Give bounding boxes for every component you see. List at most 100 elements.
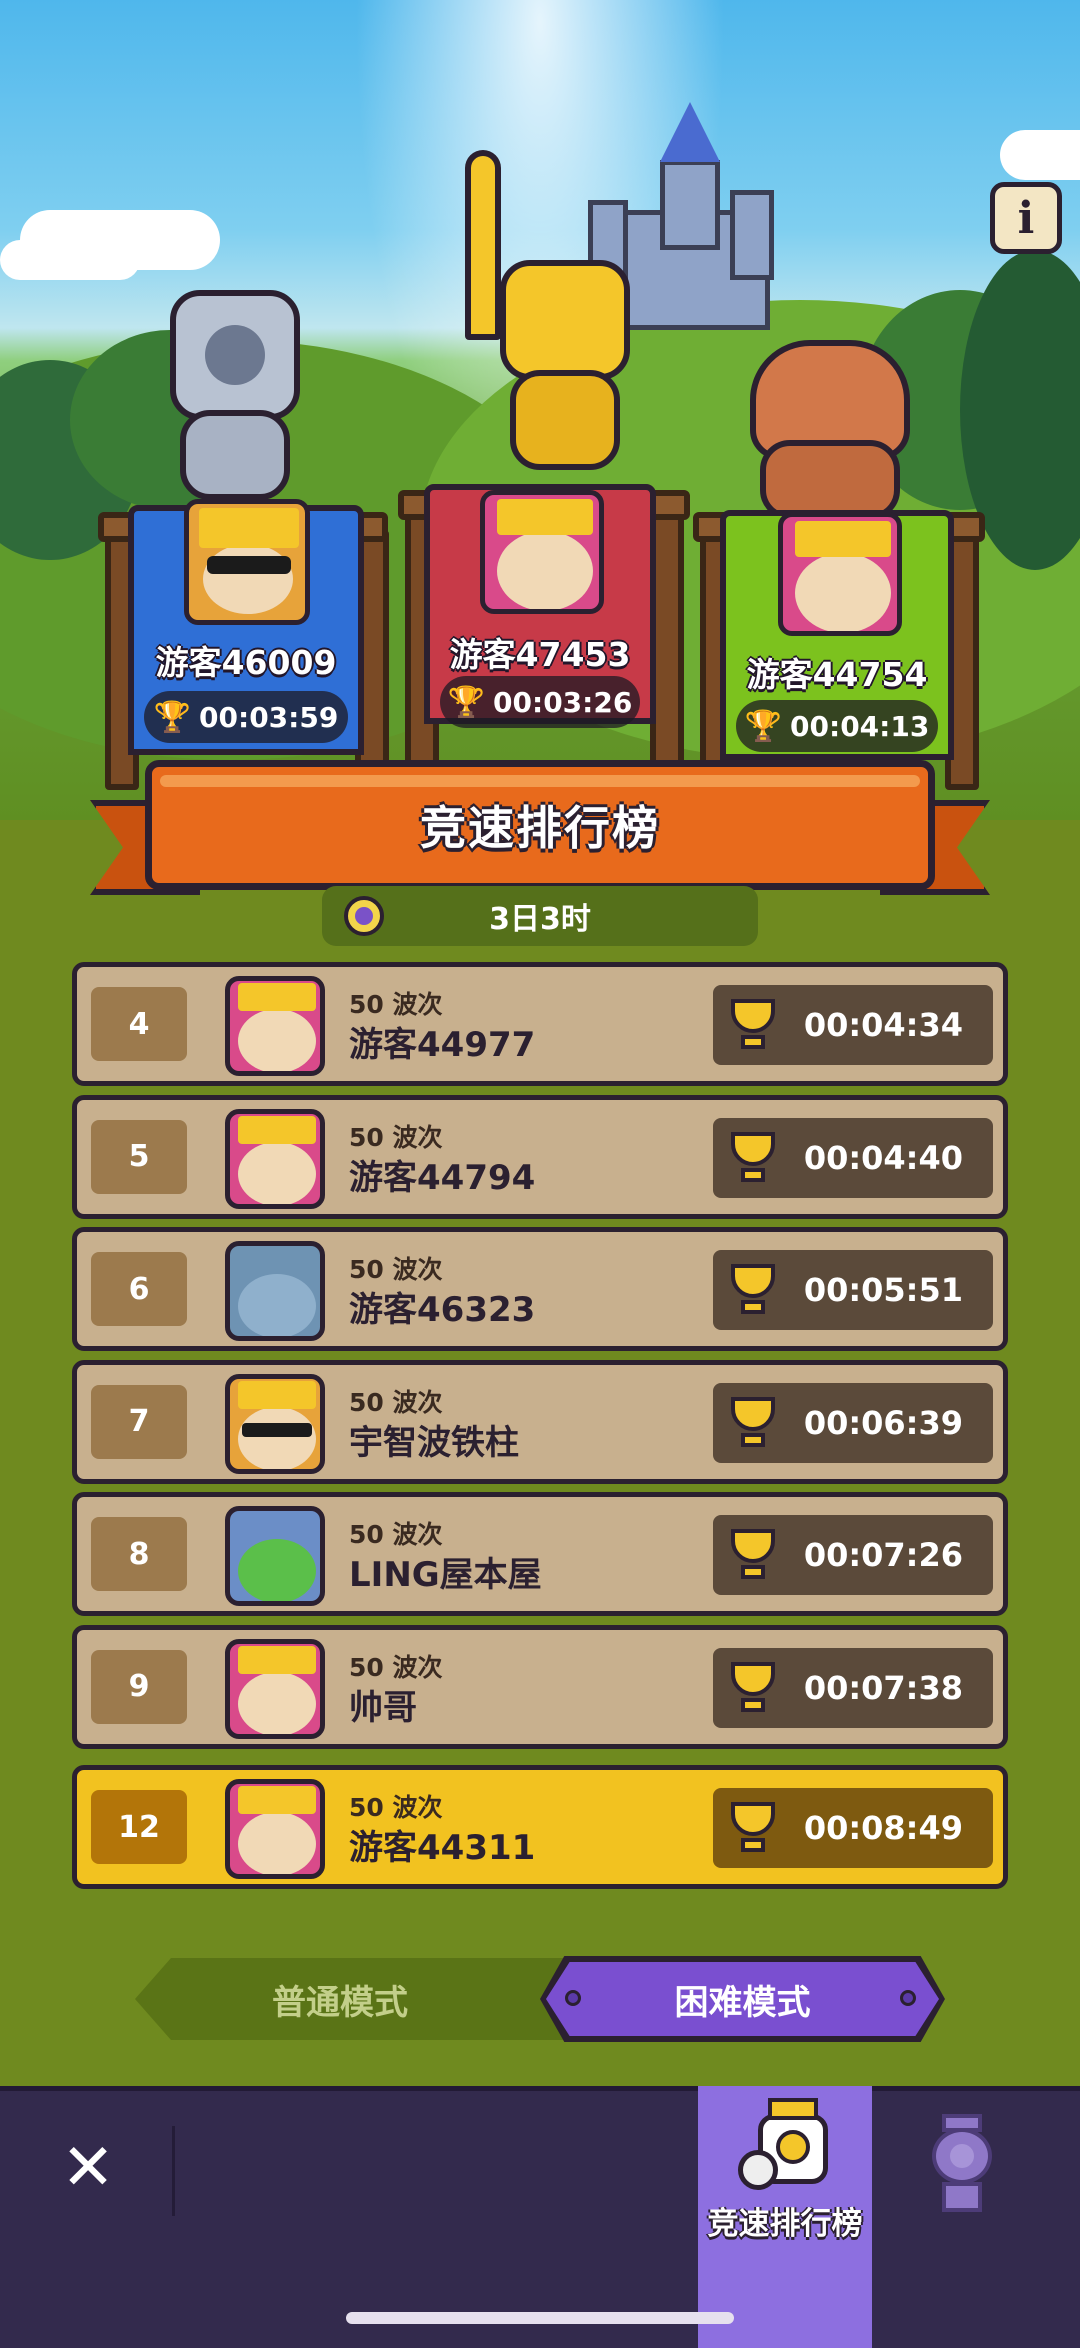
finish-time: 00:08:49 [803, 1809, 963, 1847]
normal-mode-tab[interactable]: 普通模式 [135, 1958, 585, 2040]
wave-count: 50 波次 [349, 1652, 443, 1682]
tab-speed-leaderboard-label: 竞速排行榜 [707, 2206, 863, 2242]
time-box: 00:08:49 [713, 1788, 993, 1868]
finish-time: 00:06:39 [803, 1403, 963, 1442]
hard-mode-label: 困难模式 [674, 1982, 811, 2023]
cloud [1000, 130, 1080, 180]
sunglasses-king-avatar [184, 499, 310, 625]
trophy-tab[interactable] [904, 2104, 1020, 2224]
trophy-icon [723, 1798, 783, 1858]
leaderboard-row[interactable]: 7 50 波次 宇智波铁柱 00:06:39 [72, 1359, 1008, 1484]
silver-statue [160, 270, 310, 500]
frog-avatar [225, 1506, 325, 1606]
rank-number: 5 [91, 1119, 187, 1194]
leaderboard-row[interactable]: 9 50 波次 帅哥 00:07:38 [72, 1624, 1008, 1749]
leaderboard-row[interactable]: 4 50 波次 游客44977 00:04:34 [72, 962, 1008, 1086]
trophy-icon [723, 995, 783, 1055]
rank-number: 6 [91, 1252, 187, 1326]
hero-scene: 游客46009 🏆 00:03:59 游客47453 🏆 00:03:26 游客… [0, 0, 1080, 820]
player-name: LING屋本屋 [349, 1555, 542, 1595]
podium-banner-rank-3[interactable]: 游客44754 🏆 00:04:13 [720, 510, 954, 760]
trophy-icon [723, 1260, 783, 1320]
podium-banner-rank-2[interactable]: 游客46009 🏆 00:03:59 [128, 499, 364, 755]
info-button[interactable]: i [990, 182, 1062, 254]
finish-time: 00:05:51 [803, 1271, 963, 1309]
close-icon: ✕ [61, 2131, 115, 2205]
wave-count: 50 波次 [349, 1387, 443, 1417]
bronze-statue [740, 330, 920, 520]
trophy-icon [723, 1128, 783, 1188]
home-indicator [346, 2312, 734, 2324]
podium-time-box: 🏆 00:03:26 [440, 676, 640, 728]
gold-statue [440, 150, 640, 470]
rank-number: 12 [91, 1790, 187, 1864]
time-box: 00:07:38 [713, 1647, 993, 1728]
finish-time: 00:07:38 [803, 1668, 963, 1707]
hard-mode-tab[interactable]: 困难模式 [546, 1962, 939, 2036]
trophy-icon: 🏆 [447, 684, 486, 720]
divider [172, 2126, 175, 2216]
cloud [0, 240, 140, 280]
sunglasses-king-avatar [225, 1373, 325, 1474]
finish-time: 00:04:40 [803, 1138, 963, 1177]
rank-number: 8 [91, 1517, 187, 1591]
time-box: 00:04:34 [713, 985, 993, 1065]
time-box: 00:06:39 [713, 1382, 993, 1463]
king-avatar [480, 490, 604, 614]
leaderboard-row[interactable]: 5 50 波次 游客44794 00:04:40 [72, 1094, 1008, 1219]
podium-name: 游客46009 [155, 643, 337, 682]
trophy-icon: 🏆 [153, 699, 192, 735]
time-box: 00:04:40 [713, 1117, 993, 1198]
podium-banner-rank-1[interactable]: 游客47453 🏆 00:03:26 [424, 484, 656, 728]
wave-count: 50 波次 [349, 1122, 443, 1152]
king-avatar [225, 1779, 325, 1879]
trophy-icon: 🏆 [744, 708, 783, 744]
podium-time: 00:04:13 [790, 709, 930, 743]
leaderboard-row[interactable]: 6 50 波次 游客46323 00:05:51 [72, 1227, 1008, 1351]
tab-dot [900, 1990, 916, 2006]
player-name: 游客44311 [349, 1828, 536, 1868]
speed-mascot-icon [738, 2098, 834, 2190]
podium-time: 00:03:59 [199, 700, 339, 734]
countdown-text: 3日3时 [489, 902, 591, 937]
trophy-icon [723, 1525, 783, 1585]
clock-icon [344, 896, 384, 936]
podium-name: 游客47453 [449, 635, 631, 674]
player-name: 宇智波铁柱 [349, 1422, 519, 1463]
king-avatar [225, 1638, 325, 1739]
wave-count: 50 波次 [349, 1793, 443, 1822]
player-name: 游客44794 [349, 1157, 536, 1198]
wave-count: 50 波次 [349, 990, 443, 1019]
player-name: 游客46323 [349, 1290, 536, 1330]
podium-time-box: 🏆 00:04:13 [736, 700, 938, 752]
time-box: 00:07:26 [713, 1515, 993, 1595]
player-name: 游客44977 [349, 1025, 536, 1065]
king-avatar [225, 1108, 325, 1209]
trophy-medal-icon [914, 2114, 1010, 2214]
time-box: 00:05:51 [713, 1250, 993, 1330]
tab-dot [565, 1990, 581, 2006]
countdown-timer: 3日3时 [322, 886, 758, 946]
info-icon: i [1017, 192, 1035, 244]
blank-avatar [225, 1241, 325, 1341]
close-button[interactable]: ✕ [50, 2130, 126, 2206]
rank-number: 4 [91, 987, 187, 1061]
king-avatar [225, 976, 325, 1076]
finish-time: 00:07:26 [803, 1536, 963, 1574]
trophy-icon [723, 1658, 783, 1718]
rank-number: 7 [91, 1384, 187, 1459]
trophy-icon [723, 1393, 783, 1453]
podium-name: 游客44754 [746, 655, 928, 694]
wave-count: 50 波次 [349, 1255, 443, 1284]
wave-count: 50 波次 [349, 1520, 443, 1549]
rank-number: 9 [91, 1649, 187, 1724]
page-title: 竞速排行榜 [420, 801, 660, 855]
player-name: 帅哥 [349, 1687, 417, 1728]
leaderboard-row[interactable]: 8 50 波次 LING屋本屋 00:07:26 [72, 1492, 1008, 1616]
podium-time-box: 🏆 00:03:59 [144, 691, 348, 743]
podium-time: 00:03:26 [493, 685, 633, 719]
title-ribbon: 竞速排行榜 [145, 760, 935, 890]
my-rank-row[interactable]: 12 50 波次 游客44311 00:08:49 [72, 1765, 1008, 1889]
finish-time: 00:04:34 [803, 1006, 963, 1044]
king-avatar [778, 512, 902, 636]
